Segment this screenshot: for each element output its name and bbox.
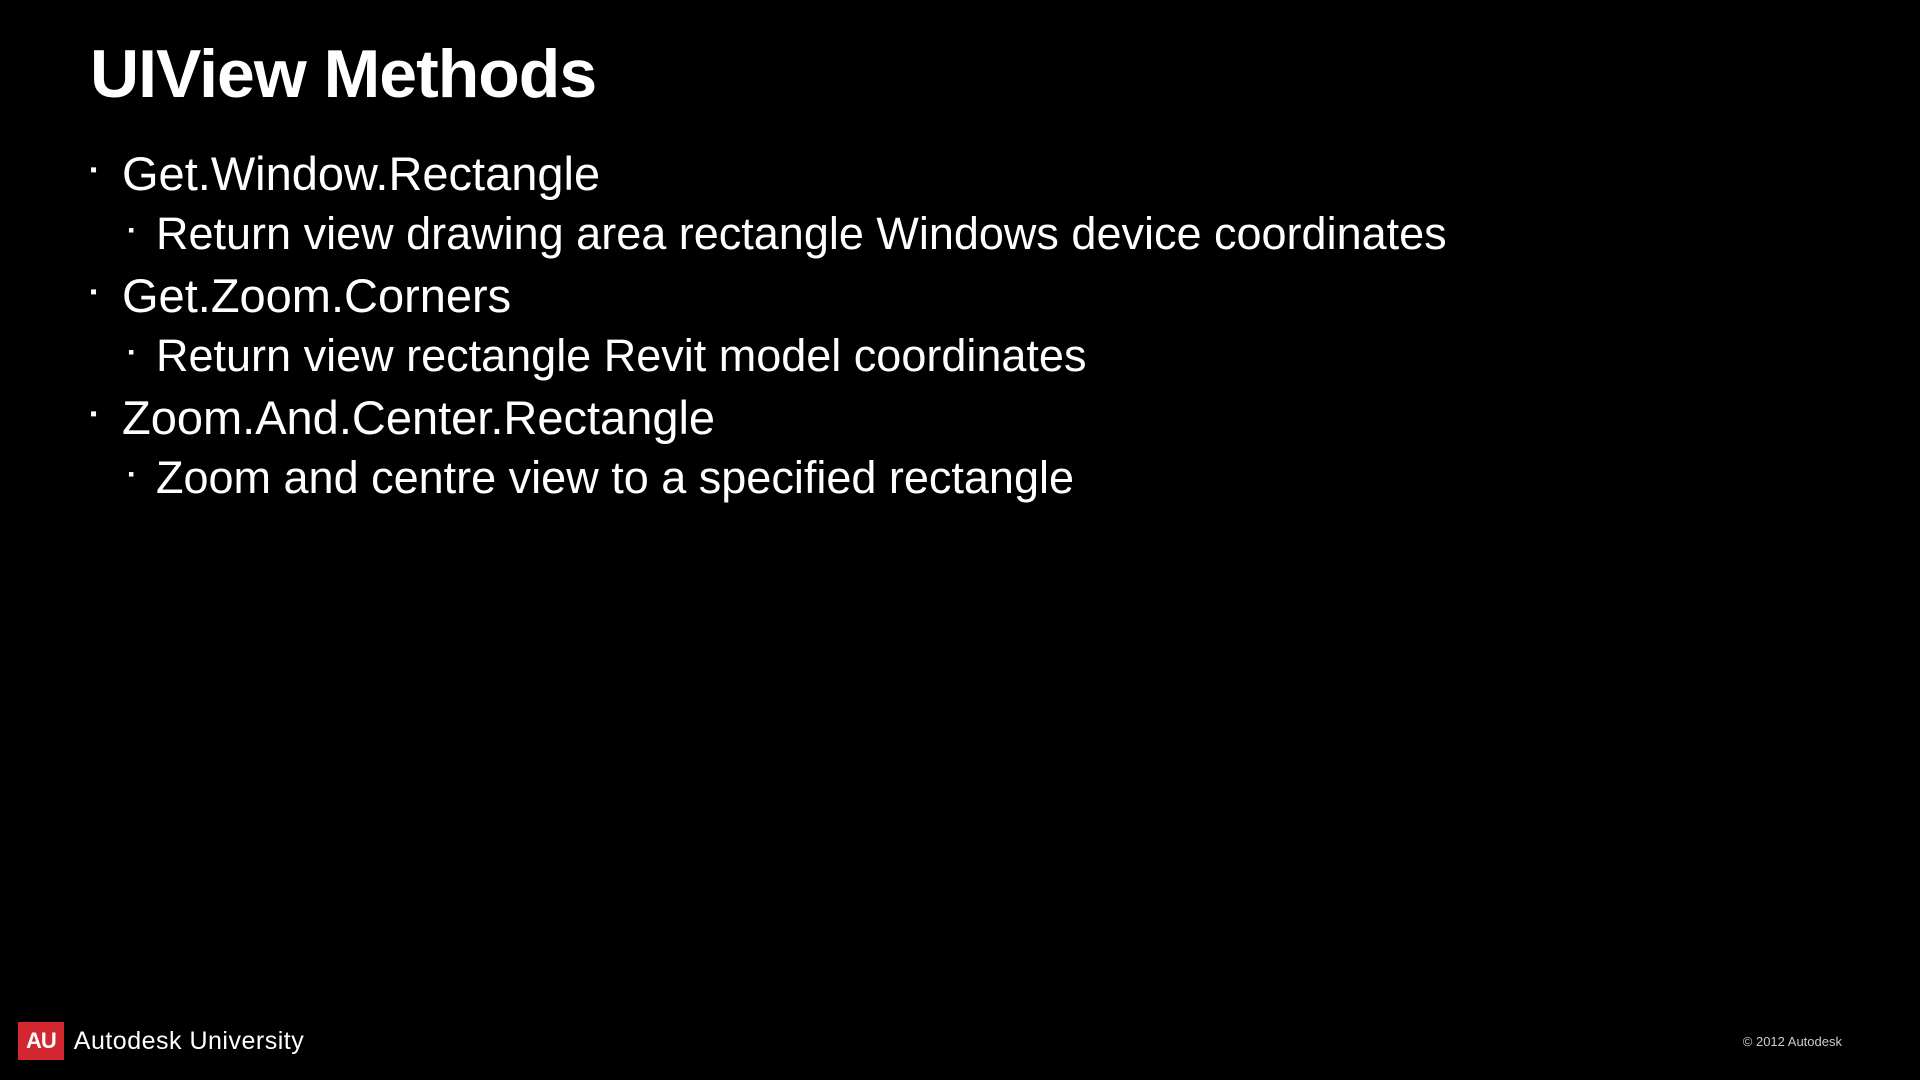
slide-content: UIView Methods Get.Window.Rectangle Retu… — [0, 0, 1920, 544]
bullet-text: Zoom and centre view to a specified rect… — [156, 452, 1074, 503]
logo-text: Autodesk University — [74, 1027, 304, 1056]
list-item: Return view drawing area rectangle Windo… — [90, 204, 1830, 265]
list-item: Return view rectangle Revit model coordi… — [90, 326, 1830, 387]
bullet-text: Get.Window.Rectangle — [122, 147, 600, 200]
list-item: Zoom and centre view to a specified rect… — [90, 448, 1830, 509]
bullet-list: Get.Window.Rectangle Return view drawing… — [90, 143, 1830, 509]
bullet-text: Zoom.And.Center.Rectangle — [122, 391, 715, 444]
footer: AU Autodesk University © 2012 Autodesk — [0, 1022, 1920, 1060]
logo-container: AU Autodesk University — [18, 1022, 304, 1060]
bullet-text: Get.Zoom.Corners — [122, 269, 511, 322]
bullet-text: Return view drawing area rectangle Windo… — [156, 208, 1447, 259]
slide-title: UIView Methods — [90, 35, 1830, 113]
list-item: Get.Zoom.Corners — [90, 265, 1830, 326]
list-item: Zoom.And.Center.Rectangle — [90, 387, 1830, 448]
list-item: Get.Window.Rectangle — [90, 143, 1830, 204]
copyright-text: © 2012 Autodesk — [1743, 1034, 1902, 1049]
logo-badge: AU — [18, 1022, 64, 1060]
bullet-text: Return view rectangle Revit model coordi… — [156, 330, 1086, 381]
